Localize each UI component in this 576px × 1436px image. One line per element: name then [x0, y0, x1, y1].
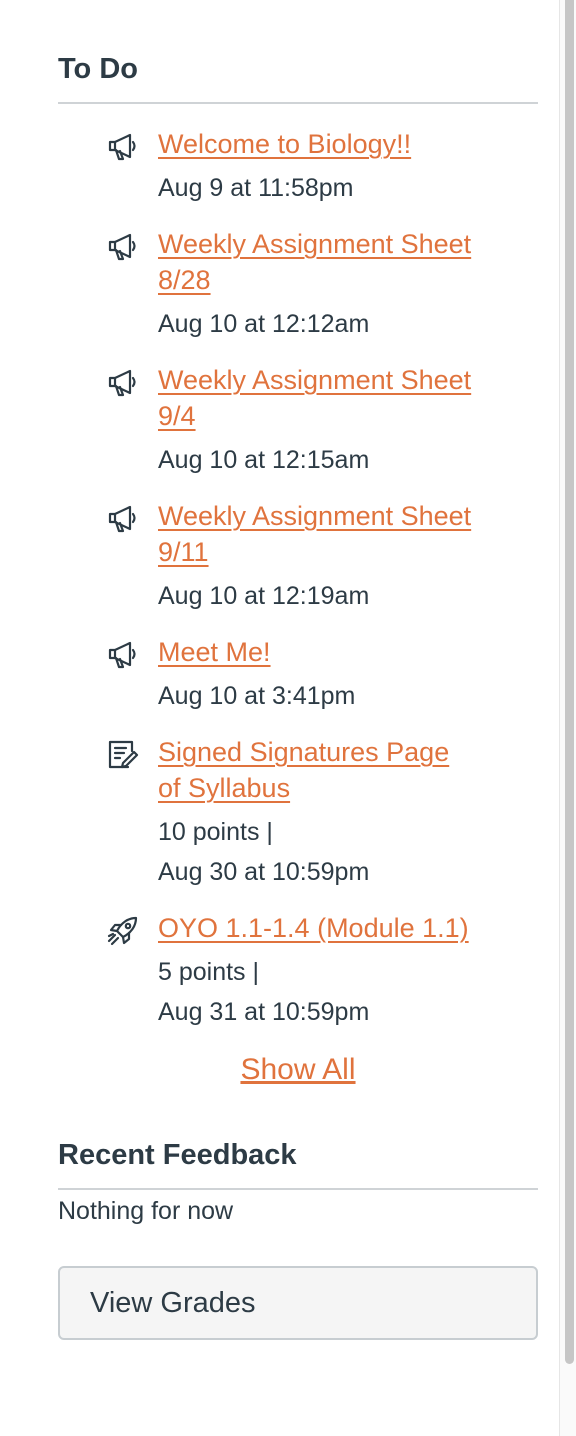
todo-item: Meet Me! Aug 10 at 3:41pm: [58, 634, 538, 716]
todo-item-date: Aug 10 at 3:41pm: [158, 682, 356, 710]
todo-item-link[interactable]: Welcome to Biology!!: [158, 126, 478, 162]
view-grades-button[interactable]: View Grades: [58, 1266, 538, 1340]
megaphone-icon: [106, 230, 140, 264]
todo-divider: [58, 102, 538, 104]
page-scrollbar[interactable]: [559, 0, 576, 1436]
todo-item: Signed Signatures Page of Syllabus 10 po…: [58, 734, 538, 892]
todo-item-link[interactable]: Weekly Assignment Sheet 9/11: [158, 498, 478, 570]
megaphone-icon: [106, 366, 140, 400]
todo-item-date: Aug 10 at 12:12am: [158, 310, 370, 338]
todo-item-link[interactable]: Meet Me!: [158, 634, 478, 670]
megaphone-icon: [106, 502, 140, 536]
todo-item-points: 5 points |: [158, 958, 260, 986]
megaphone-icon: [106, 638, 140, 672]
megaphone-icon: [106, 130, 140, 164]
scrollbar-thumb[interactable]: [565, 0, 574, 1364]
todo-item: OYO 1.1-1.4 (Module 1.1) 5 points | Aug …: [58, 910, 538, 1032]
todo-item-link[interactable]: Weekly Assignment Sheet 8/28: [158, 226, 478, 298]
show-all-link[interactable]: Show All: [58, 1050, 538, 1090]
recent-feedback-heading: Recent Feedback: [58, 1139, 297, 1171]
todo-item-link[interactable]: Signed Signatures Page of Syllabus: [158, 734, 478, 806]
todo-item-date: Aug 30 at 10:59pm: [158, 858, 370, 886]
todo-item: Welcome to Biology!! Aug 9 at 11:58pm: [58, 126, 538, 208]
todo-list: Welcome to Biology!! Aug 9 at 11:58pm We…: [58, 126, 538, 1032]
todo-item: Weekly Assignment Sheet 8/28 Aug 10 at 1…: [58, 226, 538, 344]
feedback-divider: [58, 1188, 538, 1190]
right-sidebar: To Do Welcome to Biology!! Aug 9 at 11:5…: [58, 0, 538, 1340]
todo-item-date: Aug 9 at 11:58pm: [158, 174, 354, 202]
todo-item-link[interactable]: Weekly Assignment Sheet 9/4: [158, 362, 478, 434]
todo-heading: To Do: [58, 53, 138, 85]
todo-item: Weekly Assignment Sheet 9/11 Aug 10 at 1…: [58, 498, 538, 616]
todo-item-date: Aug 31 at 10:59pm: [158, 998, 370, 1026]
todo-item-date: Aug 10 at 12:15am: [158, 446, 370, 474]
rocket-icon: [106, 914, 140, 948]
todo-item-link[interactable]: OYO 1.1-1.4 (Module 1.1): [158, 910, 478, 946]
todo-item: Weekly Assignment Sheet 9/4 Aug 10 at 12…: [58, 362, 538, 480]
todo-item-points: 10 points |: [158, 818, 273, 846]
feedback-empty-text: Nothing for now: [58, 1197, 234, 1225]
todo-item-date: Aug 10 at 12:19am: [158, 582, 370, 610]
assignment-icon: [106, 738, 140, 772]
